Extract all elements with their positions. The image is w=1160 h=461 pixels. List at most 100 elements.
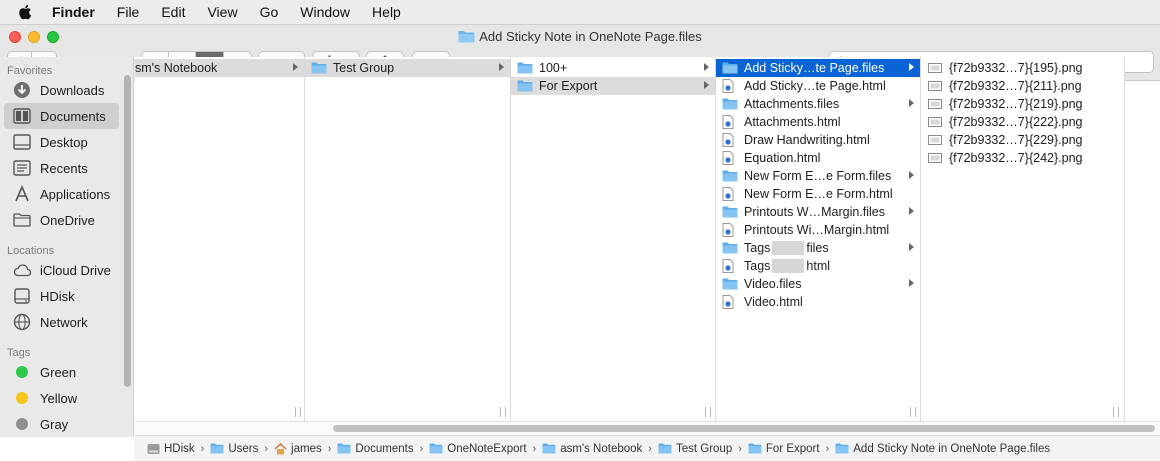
- html-file-icon: [722, 115, 738, 129]
- menu-finder[interactable]: Finder: [52, 4, 95, 20]
- horizontal-scrollbar[interactable]: [135, 421, 1160, 435]
- path-separator: ›: [532, 442, 537, 455]
- item-label-suffix: files: [806, 241, 829, 255]
- column-resize-handle[interactable]: [910, 407, 916, 417]
- sidebar-tag-gray[interactable]: Gray: [0, 411, 133, 437]
- sidebar-item-label: HDisk: [40, 288, 75, 304]
- path-item-current[interactable]: Add Sticky Note in OneNote Page.files: [835, 443, 1050, 455]
- list-item[interactable]: Attachments.files: [716, 95, 920, 113]
- item-label: Equation.html: [744, 151, 821, 165]
- list-item[interactable]: Tags html: [716, 257, 920, 275]
- list-item[interactable]: Draw Handwriting.html: [716, 131, 920, 149]
- column-2: Test Group: [305, 57, 511, 421]
- path-item-for-export[interactable]: For Export: [748, 443, 820, 455]
- path-item-label: OneNoteExport: [447, 442, 527, 455]
- apple-icon[interactable]: [18, 4, 34, 20]
- applications-icon: [12, 185, 32, 203]
- path-item-home[interactable]: james: [274, 443, 322, 455]
- sidebar-item-downloads[interactable]: Downloads: [0, 77, 133, 103]
- item-label: sm's Notebook: [135, 61, 218, 75]
- path-item-hdisk[interactable]: HDisk: [147, 443, 195, 455]
- disclosure-arrow-icon: [293, 63, 298, 71]
- sidebar-item-label: Documents: [40, 108, 106, 124]
- cloud-icon: [12, 261, 32, 279]
- sidebar-tag-yellow[interactable]: Yellow: [0, 385, 133, 411]
- sidebar-section-favorites: Favorites: [7, 65, 53, 77]
- list-item[interactable]: New Form E…e Form.html: [716, 185, 920, 203]
- path-separator: ›: [327, 442, 332, 455]
- disclosure-arrow-icon: [909, 63, 914, 71]
- folder-icon: [210, 443, 224, 454]
- menu-edit[interactable]: Edit: [161, 4, 185, 20]
- tag-color-icon: [12, 363, 32, 381]
- path-item-onenoteexport[interactable]: OneNoteExport: [429, 442, 527, 455]
- png-file-icon: [927, 61, 943, 75]
- path-item-label: asm's Notebook: [560, 442, 643, 455]
- list-item[interactable]: Printouts W…Margin.files: [716, 203, 920, 221]
- menu-file[interactable]: File: [117, 4, 140, 20]
- sidebar-item-hdisk[interactable]: HDisk: [0, 283, 133, 309]
- column-3: 100+ For Export: [511, 57, 716, 421]
- item-label: Video.html: [744, 295, 803, 309]
- list-item[interactable]: sm's Notebook: [135, 59, 304, 77]
- path-item-users[interactable]: Users: [210, 443, 258, 455]
- folder-icon: [458, 31, 475, 43]
- menu-view[interactable]: View: [207, 4, 237, 20]
- sidebar-item-icloud-drive[interactable]: iCloud Drive: [0, 257, 133, 283]
- folder-icon: [311, 61, 327, 75]
- list-item[interactable]: Video.html: [716, 293, 920, 311]
- list-item[interactable]: 100+: [511, 59, 715, 77]
- list-item[interactable]: {f72b9332…7}{195}.png: [921, 59, 1124, 77]
- list-item[interactable]: {f72b9332…7}{211}.png: [921, 77, 1124, 95]
- tag-color-icon: [12, 389, 32, 407]
- column-resize-handle[interactable]: [705, 407, 711, 417]
- column-resize-handle[interactable]: [1113, 407, 1119, 417]
- menu-help[interactable]: Help: [372, 4, 401, 20]
- path-item-test-group[interactable]: Test Group: [658, 443, 732, 455]
- column-1: sm's Notebook: [135, 57, 305, 421]
- sidebar-section-locations: Locations: [7, 245, 55, 257]
- sidebar-item-desktop[interactable]: Desktop: [0, 129, 133, 155]
- disk-icon: [147, 443, 160, 454]
- list-item[interactable]: For Export: [511, 77, 715, 95]
- column-resize-handle[interactable]: [500, 407, 506, 417]
- path-item-documents[interactable]: Documents: [337, 443, 414, 455]
- scrollbar-thumb[interactable]: [333, 425, 1155, 432]
- list-item[interactable]: New Form E…e Form.files: [716, 167, 920, 185]
- sidebar-scrollbar[interactable]: [124, 75, 131, 387]
- item-label: {f72b9332…7}{222}.png: [949, 115, 1083, 129]
- list-item[interactable]: {f72b9332…7}{222}.png: [921, 113, 1124, 131]
- list-item[interactable]: Video.files: [716, 275, 920, 293]
- item-label: Add Sticky…te Page.files: [744, 61, 885, 75]
- list-item[interactable]: {f72b9332…7}{242}.png: [921, 149, 1124, 167]
- disclosure-arrow-icon: [499, 63, 504, 71]
- list-item[interactable]: Add Sticky…te Page.files: [716, 59, 920, 77]
- column-resize-handle[interactable]: [295, 407, 301, 417]
- sidebar-item-applications[interactable]: Applications: [0, 181, 133, 207]
- menu-window[interactable]: Window: [300, 4, 350, 20]
- menu-go[interactable]: Go: [260, 4, 279, 20]
- disclosure-arrow-icon: [909, 207, 914, 215]
- sidebar-item-recents[interactable]: Recents: [0, 155, 133, 181]
- list-item[interactable]: {f72b9332…7}{219}.png: [921, 95, 1124, 113]
- sidebar-item-label: Recents: [40, 160, 88, 176]
- html-file-icon: [722, 259, 738, 273]
- list-item[interactable]: Add Sticky…te Page.html: [716, 77, 920, 95]
- sidebar-item-onedrive[interactable]: OneDrive: [0, 207, 133, 233]
- path-bar: HDisk › Users › james › Documents › OneN…: [135, 435, 1160, 461]
- list-item[interactable]: Attachments.html: [716, 113, 920, 131]
- sidebar-item-network[interactable]: Network: [0, 309, 133, 335]
- sidebar-tag-green[interactable]: Green: [0, 359, 133, 385]
- item-label: Video.files: [744, 277, 802, 291]
- folder-icon: [722, 97, 738, 111]
- path-item-notebook[interactable]: asm's Notebook: [542, 443, 642, 455]
- path-item-label: For Export: [765, 442, 820, 455]
- list-item[interactable]: Equation.html: [716, 149, 920, 167]
- list-item[interactable]: {f72b9332…7}{229}.png: [921, 131, 1124, 149]
- disclosure-arrow-icon: [704, 63, 709, 71]
- sidebar-item-documents[interactable]: Documents: [4, 103, 119, 129]
- list-item[interactable]: Test Group: [305, 59, 510, 77]
- list-item[interactable]: Printouts Wi…Margin.html: [716, 221, 920, 239]
- list-item[interactable]: Tags files: [716, 239, 920, 257]
- html-file-icon: [722, 187, 738, 201]
